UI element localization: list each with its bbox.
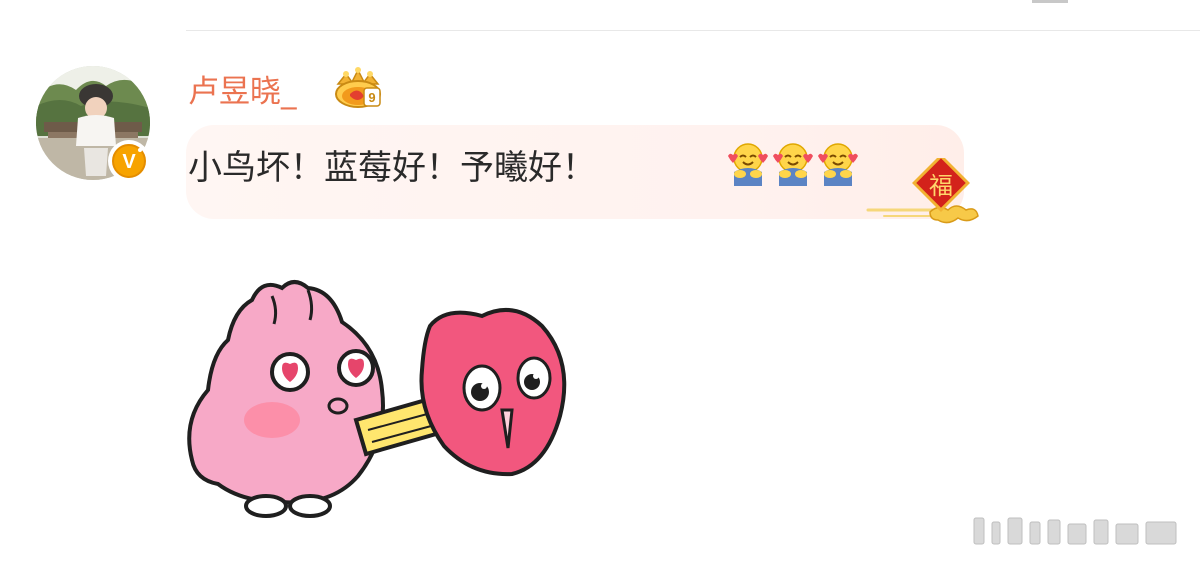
verified-badge: V: [108, 140, 150, 182]
pink-rabbit-kissing-heart-sticker[interactable]: [182, 270, 582, 530]
comment-page: V 卢昱晓_ 9 小鸟坏！蓝莓好！予曦好！ 福: [0, 0, 1200, 564]
verified-v-icon: V: [109, 141, 149, 181]
verified-letter: V: [122, 151, 136, 173]
hug-emoji-icon: [728, 143, 768, 186]
hug-emoji-icon: [818, 143, 858, 186]
level-number: 9: [368, 90, 375, 105]
emoji-row: [726, 140, 860, 190]
fu-character: 福: [929, 172, 953, 200]
comment-text: 小鸟坏！蓝莓好！予曦好！: [188, 148, 596, 188]
fu-lucky-badge-icon: 福: [864, 154, 988, 230]
top-handle: [1032, 0, 1068, 3]
hug-emoji-icon: [773, 143, 813, 186]
crown-level-badge-icon[interactable]: 9: [328, 66, 388, 112]
divider: [186, 30, 1200, 31]
watermark-icon: [964, 508, 1186, 550]
username[interactable]: 卢昱晓_: [188, 72, 297, 112]
